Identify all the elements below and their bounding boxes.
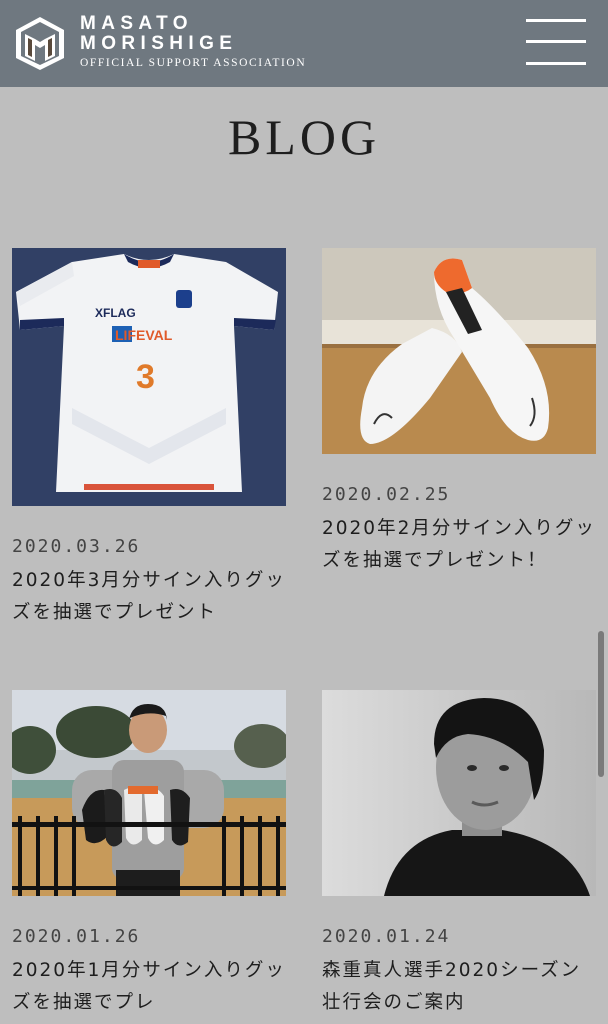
post-title-link[interactable]: 2020年2月分サイン入りグッズを抽選でプレゼント！ bbox=[322, 513, 596, 577]
menu-bar bbox=[526, 62, 586, 65]
blog-post-card[interactable]: 2020.01.24 森重真人選手2020シーズン壮行会のご案内 bbox=[322, 690, 596, 1019]
post-title-link[interactable]: 2020年1月分サイン入りグッズを抽選でプレ bbox=[12, 955, 286, 1019]
post-thumbnail[interactable] bbox=[322, 248, 596, 454]
post-date: 2020.02.25 bbox=[322, 484, 451, 505]
player-portrait-photo bbox=[322, 690, 596, 896]
site-header: MASATO MORISHIGE OFFICIAL SUPPORT ASSOCI… bbox=[0, 0, 608, 87]
scrollbar-thumb[interactable] bbox=[598, 631, 604, 777]
menu-bar bbox=[526, 40, 586, 43]
svg-text:LIFEVAL: LIFEVAL bbox=[115, 327, 173, 343]
post-thumbnail[interactable]: XFLAG LIFEVAL 3 bbox=[12, 248, 286, 506]
post-date: 2020.03.26 bbox=[12, 536, 141, 557]
logo-icon[interactable] bbox=[14, 15, 66, 72]
brand-name[interactable]: MASATO MORISHIGE OFFICIAL SUPPORT ASSOCI… bbox=[80, 14, 306, 70]
blog-post-card[interactable]: 2020.01.26 2020年1月分サイン入りグッズを抽選でプレ bbox=[12, 690, 286, 1019]
signed-boots-photo bbox=[322, 248, 596, 454]
post-thumbnail[interactable] bbox=[322, 690, 596, 896]
post-thumbnail[interactable] bbox=[12, 690, 286, 896]
signed-jersey-photo: XFLAG LIFEVAL 3 bbox=[12, 248, 286, 506]
page-title: BLOG bbox=[227, 109, 381, 165]
svg-text:XFLAG: XFLAG bbox=[95, 306, 136, 320]
post-title-link[interactable]: 2020年3月分サイン入りグッズを抽選でプレゼント bbox=[12, 565, 286, 629]
player-holding-boots-photo bbox=[12, 690, 286, 896]
menu-bar bbox=[526, 19, 586, 22]
brand-line-2: MORISHIGE bbox=[80, 33, 238, 54]
brand-tagline: OFFICIAL SUPPORT ASSOCIATION bbox=[80, 57, 307, 69]
post-title-link[interactable]: 森重真人選手2020シーズン壮行会のご案内 bbox=[322, 955, 596, 1019]
blog-post-card[interactable]: 2020.02.25 2020年2月分サイン入りグッズを抽選でプレゼント！ bbox=[322, 248, 596, 577]
brand-line-1: MASATO bbox=[80, 13, 193, 34]
hamburger-menu-icon[interactable] bbox=[526, 19, 586, 67]
blog-post-card[interactable]: XFLAG LIFEVAL 3 2020.03.26 2020年3月分サイン入り… bbox=[12, 248, 286, 629]
svg-text:3: 3 bbox=[136, 358, 155, 396]
post-date: 2020.01.24 bbox=[322, 926, 451, 947]
post-date: 2020.01.26 bbox=[12, 926, 141, 947]
